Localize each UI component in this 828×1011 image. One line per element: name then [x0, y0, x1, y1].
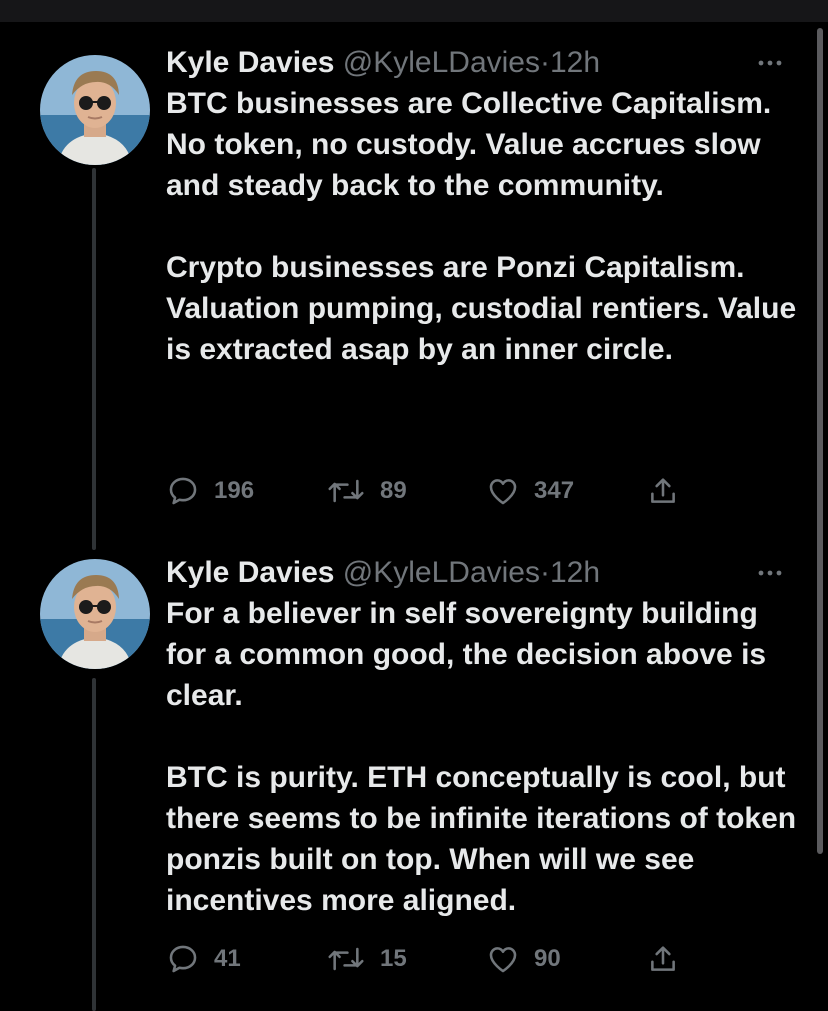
share-button[interactable]	[646, 941, 680, 977]
avatar[interactable]	[40, 55, 150, 165]
tweet-paragraph: For a believer in self sovereignty build…	[166, 597, 767, 712]
more-options-button[interactable]	[750, 563, 790, 583]
separator-dot: ·	[540, 46, 550, 79]
timestamp[interactable]: 12h	[550, 556, 600, 589]
separator-dot: ·	[540, 556, 550, 589]
share-upload-icon	[651, 946, 675, 971]
author-name[interactable]: Kyle Davies	[166, 556, 334, 589]
heart-icon	[489, 947, 517, 973]
retweet-arrows-icon	[328, 479, 364, 503]
speech-bubble-icon	[169, 477, 197, 505]
more-dots-icon	[758, 60, 782, 66]
reply-button[interactable]: 41	[166, 941, 241, 977]
author-name[interactable]: Kyle Davies	[166, 46, 334, 79]
more-dots-icon	[758, 570, 782, 576]
avatar[interactable]	[40, 559, 150, 669]
reply-button[interactable]: 196	[166, 473, 254, 509]
tweet-paragraph: BTC is purity. ETH conceptually is cool,…	[166, 761, 797, 917]
tweet-paragraph: BTC businesses are Collective Capitalism…	[166, 87, 772, 202]
like-button[interactable]: 90	[486, 941, 561, 977]
like-count: 347	[534, 477, 575, 504]
thread-connector-line	[92, 678, 96, 1011]
heart-icon	[489, 479, 517, 505]
reply-count: 196	[214, 477, 255, 504]
scrollbar[interactable]	[817, 28, 823, 854]
tweet-text: BTC businesses are Collective Capitalism…	[166, 83, 806, 370]
more-options-button[interactable]	[750, 53, 790, 73]
speech-bubble-icon	[169, 945, 197, 973]
tweet-header: Kyle Davies @KyleLDavies·12h	[166, 43, 600, 83]
retweet-button[interactable]: 15	[326, 941, 407, 977]
retweet-button[interactable]: 89	[326, 473, 407, 509]
thread-connector-line	[92, 168, 96, 550]
share-button[interactable]	[646, 473, 680, 509]
author-handle[interactable]: @KyleLDavies	[343, 556, 540, 589]
reply-count: 41	[214, 945, 241, 972]
like-count: 90	[534, 945, 561, 972]
like-button[interactable]: 347	[486, 473, 574, 509]
tweet-paragraph: Crypto businesses are Ponzi Capitalism. …	[166, 251, 797, 366]
share-upload-icon	[651, 478, 675, 503]
tweet-actions: 196 89 347	[166, 473, 706, 509]
retweet-count: 15	[380, 945, 407, 972]
top-bar	[0, 0, 828, 22]
author-handle[interactable]: @KyleLDavies	[343, 46, 540, 79]
profile-photo	[40, 559, 150, 669]
tweet-header: Kyle Davies @KyleLDavies·12h	[166, 553, 600, 593]
retweet-count: 89	[380, 477, 407, 504]
profile-photo	[40, 55, 150, 165]
retweet-arrows-icon	[328, 947, 364, 971]
timestamp[interactable]: 12h	[550, 46, 600, 79]
tweet-actions: 41 15 90	[166, 941, 706, 977]
tweet-text: For a believer in self sovereignty build…	[166, 593, 806, 921]
